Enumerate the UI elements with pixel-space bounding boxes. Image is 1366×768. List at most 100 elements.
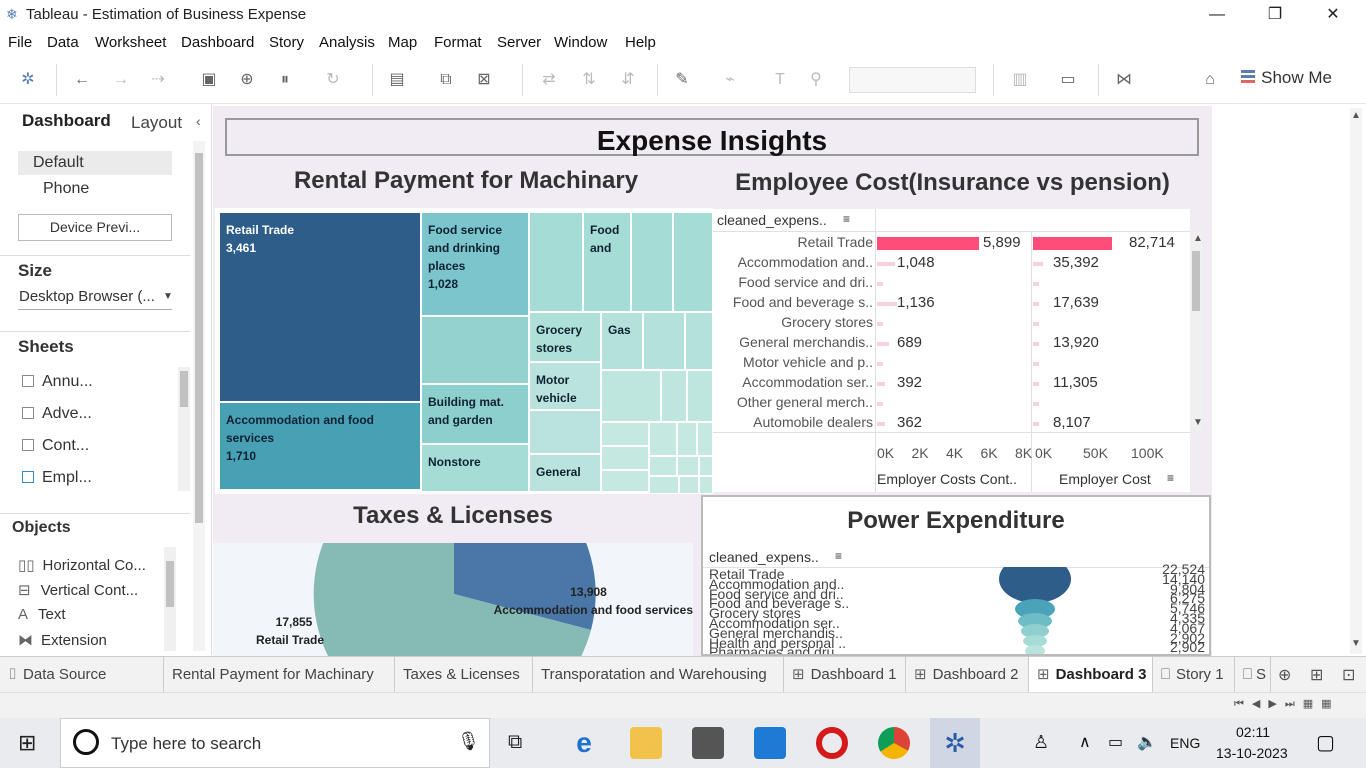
show-me-button[interactable]: Show Me — [1241, 68, 1332, 88]
employee-bar-pension[interactable] — [1033, 362, 1039, 366]
menu-story[interactable]: Story — [269, 34, 304, 51]
menu-help[interactable]: Help — [625, 34, 656, 51]
tableau-home-icon[interactable]: ✲ — [16, 68, 40, 92]
menu-format[interactable]: Format — [434, 34, 482, 51]
size-dropdown[interactable]: Desktop Browser (... — [19, 288, 155, 305]
refresh-icon[interactable]: ↻ — [321, 68, 345, 92]
new-datasource-icon[interactable]: ⊕ — [235, 68, 259, 92]
save-icon[interactable]: ▣ — [197, 68, 221, 92]
power-row-label[interactable]: Pharmacies and dru.. — [709, 645, 842, 654]
employee-bar-pension[interactable] — [1033, 322, 1039, 326]
sort-desc-icon[interactable]: ⇵ — [616, 68, 640, 92]
axis-employer-cost[interactable]: Employer Cost — [1059, 471, 1151, 487]
clear-sheet-icon[interactable]: ⊠ — [472, 68, 496, 92]
employee-bar-pension[interactable] — [1033, 422, 1039, 426]
minimize-button[interactable]: — — [1194, 2, 1240, 28]
employee-bar-pension[interactable] — [1033, 402, 1039, 406]
sheet-item-empl[interactable]: Empl... — [22, 469, 92, 487]
menu-dashboard[interactable]: Dashboard — [181, 34, 254, 51]
employee-scrollbar[interactable] — [1190, 231, 1202, 431]
undo-icon[interactable]: ← — [70, 68, 94, 92]
replay-icon[interactable]: ⇢ — [146, 68, 170, 92]
pause-updates-icon[interactable]: ⏸ — [273, 68, 297, 92]
treemap-cell-food-and[interactable]: Food and — [583, 212, 631, 312]
menu-worksheet[interactable]: Worksheet — [95, 34, 166, 51]
language-indicator[interactable]: ENG — [1170, 735, 1200, 751]
employee-bar-insurance[interactable] — [877, 422, 885, 426]
object-text[interactable]: A Text — [18, 606, 66, 623]
treemap-cell-motor-vehicle[interactable]: Motor vehicle — [529, 362, 601, 410]
tab-dashboard-2[interactable]: ⊞ Dashboard 2 — [906, 657, 1029, 693]
menu-file[interactable]: File — [8, 34, 32, 51]
group-icon[interactable]: ⌁ — [718, 68, 742, 92]
employee-row-label[interactable]: Food service and dri.. — [713, 274, 873, 294]
employee-bar-insurance[interactable] — [877, 322, 883, 326]
treemap-cell-retail-trade[interactable]: Retail Trade 3,461 — [219, 212, 421, 402]
chevron-down-icon[interactable]: ▼ — [163, 291, 173, 302]
tray-chevron-icon[interactable]: ∧ — [1079, 732, 1091, 752]
new-story-tab-icon[interactable]: ⊡ — [1342, 665, 1355, 685]
employee-bar-pension[interactable] — [1033, 282, 1039, 286]
device-preview-button[interactable]: Device Previ... — [18, 214, 172, 241]
employee-row-label[interactable]: Other general merch.. — [713, 394, 873, 414]
dashboard-scrollbar[interactable] — [1350, 108, 1362, 654]
tab-transportation[interactable]: Transporatation and Warehousing — [533, 657, 784, 693]
treemap-cell-nonstore[interactable]: Nonstore — [421, 444, 529, 492]
menu-map[interactable]: Map — [388, 34, 417, 51]
redo-icon[interactable]: → — [109, 68, 133, 92]
chrome-icon[interactable] — [878, 727, 910, 759]
tab-navigation-arrows[interactable]: ⏮◀▶⏭▦▦ — [1234, 697, 1340, 711]
treemap-cell-accommodation[interactable]: Accommodation and food services 1,710 — [219, 402, 421, 490]
taskbar-search[interactable]: Type here to search 🎙 — [60, 718, 490, 768]
tableau-taskbar-icon[interactable]: ✲ — [930, 718, 980, 768]
treemap-cell-gas[interactable]: Gas — [601, 312, 643, 370]
employee-row-label[interactable]: Grocery stores — [713, 314, 873, 334]
tab-rental-payment[interactable]: Rental Payment for Machinary — [164, 657, 395, 693]
axis-employer-costs-cont[interactable]: Employer Costs Cont.. — [877, 471, 1017, 487]
fit-dropdown[interactable] — [849, 67, 976, 93]
store-icon[interactable] — [692, 727, 724, 759]
menu-window[interactable]: Window — [554, 34, 607, 51]
employee-bar-insurance[interactable] — [877, 262, 896, 266]
scroll-down-icon[interactable]: ▼ — [1193, 417, 1203, 428]
employee-row-label[interactable]: General merchandis.. — [713, 334, 873, 354]
edge-icon[interactable]: e — [568, 727, 600, 759]
new-worksheet-tab-icon[interactable]: ⊕ — [1278, 665, 1291, 685]
employee-row-label[interactable]: Food and beverage s.. — [713, 294, 873, 314]
objects-scrollbar[interactable] — [164, 547, 176, 651]
tooltip-icon[interactable]: ⌂ — [1198, 68, 1222, 92]
employee-dim-header[interactable]: cleaned_expens.. — [717, 212, 827, 228]
pane-scrollbar[interactable] — [193, 141, 205, 651]
tab-dashboard[interactable]: Dashboard — [22, 111, 111, 131]
sheet-item-adve[interactable]: Adve... — [22, 405, 92, 423]
employee-bar-pension[interactable] — [1033, 237, 1112, 250]
employee-row-label[interactable]: Motor vehicle and p.. — [713, 354, 873, 374]
menu-analysis[interactable]: Analysis — [319, 34, 375, 51]
label-icon[interactable]: T — [768, 68, 792, 92]
tab-layout[interactable]: Layout — [131, 113, 182, 133]
device-default[interactable]: Default — [33, 154, 84, 172]
treemap-cell-grocery[interactable]: Grocery stores — [529, 312, 601, 362]
tab-story-2[interactable]: ⎕ S — [1235, 657, 1271, 693]
tab-data-source[interactable]: ⌷ Data Source — [0, 657, 164, 693]
file-explorer-icon[interactable] — [630, 727, 662, 759]
employee-bar-insurance[interactable] — [877, 382, 885, 386]
show-cards-icon[interactable]: ▥ — [1008, 68, 1032, 92]
employee-bar-insurance[interactable] — [877, 302, 897, 306]
sort-icon[interactable]: ≡ — [1167, 471, 1174, 485]
menu-server[interactable]: Server — [497, 34, 541, 51]
task-view-icon[interactable]: ⧉ — [508, 731, 522, 754]
sort-asc-icon[interactable]: ⇅ — [577, 68, 601, 92]
clock-date[interactable]: 13-10-2023 — [1216, 745, 1288, 761]
swap-icon[interactable]: ⇄ — [537, 68, 561, 92]
battery-icon[interactable]: ▭ — [1108, 732, 1123, 752]
employee-bar-insurance[interactable] — [877, 282, 883, 286]
tab-dashboard-1[interactable]: ⊞ Dashboard 1 — [784, 657, 906, 693]
scroll-up-icon[interactable]: ▲ — [1351, 110, 1361, 121]
employee-bar-insurance[interactable] — [877, 402, 883, 406]
employee-bar-insurance[interactable] — [877, 362, 883, 366]
employee-bar-pension[interactable] — [1033, 382, 1039, 386]
collapse-pane-icon[interactable]: ‹ — [196, 113, 201, 129]
presentation-mode-icon[interactable]: ▭ — [1056, 68, 1080, 92]
close-button[interactable]: ✕ — [1310, 2, 1356, 28]
